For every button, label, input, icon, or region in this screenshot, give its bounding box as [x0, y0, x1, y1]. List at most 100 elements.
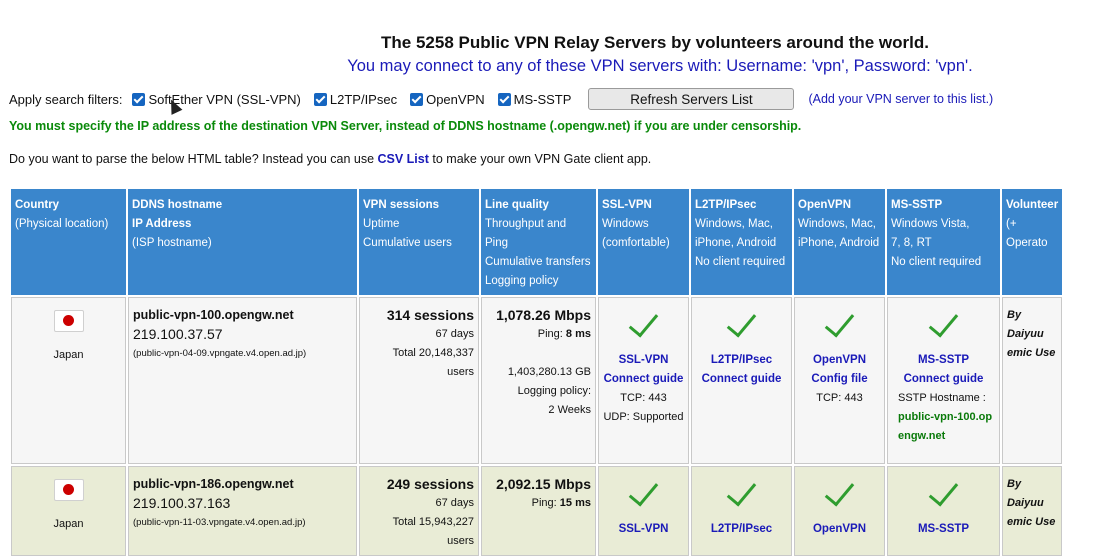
logging-policy: 2 Weeks — [548, 404, 591, 416]
add-server-link[interactable]: (Add your VPN server to this list.) — [808, 92, 993, 106]
l2tp-link[interactable]: L2TP/IPsec — [696, 520, 787, 539]
ping-label: Ping: — [531, 497, 560, 509]
col-ms-sstp[interactable]: MS-SSTP Windows Vista, 7, 8, RT No client r… — [887, 189, 1000, 295]
cell-l2tp: L2TP/IPsec Connect guide — [691, 297, 792, 464]
openvpn-link[interactable]: OpenVPN — [799, 520, 880, 539]
sstp-connect-guide-link[interactable]: Connect guide — [892, 370, 995, 389]
filter-openvpn[interactable]: OpenVPN — [410, 92, 485, 107]
header-line: Windows, Mac, — [695, 218, 773, 230]
header-line: No client required — [891, 256, 982, 268]
filter-mssstp[interactable]: MS-SSTP — [497, 91, 572, 107]
ssl-tcp-port: TCP: 443 — [620, 392, 667, 404]
parse-prompt-text: Do you want to parse the below HTML tabl… — [9, 152, 378, 166]
header-title: MS-SSTP — [891, 199, 943, 211]
header-title: DDNS hostname — [132, 199, 223, 211]
cell-volunteer: By Daiyuu emic Use — [1002, 466, 1063, 556]
filter-softether[interactable]: SoftEther VPN (SSL-VPN) — [132, 92, 301, 107]
cell-hostname: public-vpn-186.opengw.net 219.100.37.163 (… — [128, 466, 357, 556]
volunteer-name: By Daiyuu — [1007, 478, 1044, 509]
l2tp-connect-guide-link[interactable]: Connect guide — [696, 370, 787, 389]
header-line: iPhone, Android — [798, 237, 880, 249]
header-title: Line quality — [485, 199, 549, 211]
header-line: (+ Operato — [1006, 218, 1048, 249]
sstp-hostname: public-vpn-100.op — [898, 411, 993, 423]
filter-l2tp[interactable]: L2TP/IPsec — [313, 92, 397, 107]
cell-volunteer: By Daiyuu emic Use — [1002, 297, 1063, 464]
uptime: 67 days — [435, 328, 474, 340]
col-openvpn[interactable]: OpenVPN Windows, Mac, iPhone, Android — [794, 189, 885, 295]
header-title: Country — [15, 199, 60, 211]
vpn-server-table: Country (Physical location) DDNS hostname… — [9, 187, 1064, 558]
openvpn-link[interactable]: OpenVPN — [799, 351, 880, 370]
ms-sstp-link[interactable]: MS-SSTP — [892, 520, 995, 539]
cell-openvpn: OpenVPN — [794, 466, 885, 556]
header-line: IP Address — [132, 218, 192, 230]
col-l2tp[interactable]: L2TP/IPsec Windows, Mac, iPhone, Android No… — [691, 189, 792, 295]
filter-mssstp-label: MS-SSTP — [513, 91, 572, 107]
ip-address: 219.100.37.163 — [133, 495, 231, 511]
uptime: 67 days — [435, 497, 474, 509]
ping-value: 15 ms — [559, 497, 591, 509]
table-header-row: Country (Physical location) DDNS hostname… — [11, 189, 1063, 295]
col-country[interactable]: Country (Physical location) — [11, 189, 126, 295]
checkmark-icon — [628, 306, 659, 338]
sstp-hostname-cont: engw.net — [898, 430, 946, 442]
ssl-vpn-link[interactable]: SSL-VPN — [603, 351, 684, 370]
ssl-vpn-link[interactable]: SSL-VPN — [603, 520, 684, 539]
ms-sstp-link[interactable]: MS-SSTP — [892, 351, 995, 370]
country-name: Japan — [53, 349, 84, 361]
checkmark-icon — [628, 475, 659, 507]
japan-flag-icon — [53, 310, 84, 332]
col-volunteer[interactable]: Volunteer (+ Operato — [1002, 189, 1063, 295]
checkbox-checked-icon[interactable] — [497, 92, 511, 106]
ssl-connect-guide-link[interactable]: Connect guide — [603, 370, 684, 389]
throughput: 2,092.15 Mbps — [496, 476, 591, 492]
country-name: Japan — [53, 518, 84, 530]
cell-sessions: 314 sessions 67 days Total 20,148,337 user… — [359, 297, 479, 464]
parse-prompt-tail: to make your own VPN Gate client app. — [428, 152, 652, 166]
refresh-servers-button[interactable]: Refresh Servers List — [588, 88, 795, 110]
table-row: Japan public-vpn-100.opengw.net 219.100.3… — [11, 297, 1063, 464]
cell-ms-sstp: MS-SSTP — [887, 466, 1000, 556]
cell-l2tp: L2TP/IPsec — [691, 466, 792, 556]
l2tp-link[interactable]: L2TP/IPsec — [696, 351, 787, 370]
openvpn-tcp-port: TCP: 443 — [816, 392, 863, 404]
checkmark-icon — [928, 475, 959, 507]
ip-address: 219.100.37.57 — [133, 326, 223, 342]
col-line-quality[interactable]: Line quality Throughput and Ping Cumulativ… — [481, 189, 596, 295]
cell-ssl-vpn: SSL-VPN — [598, 466, 689, 556]
col-hostname[interactable]: DDNS hostname IP Address (ISP hostname) — [128, 189, 357, 295]
volunteer-note: emic Use — [1007, 347, 1056, 359]
openvpn-config-file-link[interactable]: Config file — [799, 370, 880, 389]
checkbox-checked-icon[interactable] — [410, 92, 424, 106]
cell-country: Japan — [11, 466, 126, 556]
checkmark-icon — [824, 475, 855, 507]
cell-ssl-vpn: SSL-VPN Connect guide TCP: 443 UDP: Support… — [598, 297, 689, 464]
csv-list-link[interactable]: CSV List — [378, 152, 429, 166]
page-subtitle: You may connect to any of these VPN serv… — [347, 57, 973, 75]
volunteer-name: By Daiyuu — [1007, 309, 1044, 340]
col-ssl-vpn[interactable]: SSL-VPN Windows (comfortable) — [598, 189, 689, 295]
header-line: Windows — [602, 218, 649, 230]
cell-sessions: 249 sessions 67 days Total 15,943,227 user… — [359, 466, 479, 556]
header-line: Logging policy — [485, 275, 559, 287]
checkbox-checked-icon[interactable] — [132, 92, 146, 106]
header-title: SSL-VPN — [602, 199, 652, 211]
parse-prompt: Do you want to parse the below HTML tabl… — [9, 152, 651, 166]
ssl-udp-support: UDP: Supported — [603, 411, 684, 423]
filters-label: Apply search filters: — [9, 91, 123, 107]
ping-value: 8 ms — [565, 328, 591, 340]
header-line: (Physical location) — [15, 218, 109, 230]
header-title: VPN sessions — [363, 199, 440, 211]
checkbox-checked-icon[interactable] — [313, 92, 327, 106]
ping-label: Ping: — [537, 328, 566, 340]
cell-openvpn: OpenVPN Config file TCP: 443 — [794, 297, 885, 464]
cell-hostname: public-vpn-100.opengw.net 219.100.37.57 (p… — [128, 297, 357, 464]
header-line: No client required — [695, 256, 786, 268]
checkmark-icon — [726, 306, 757, 338]
cumulative-transfer: 1,403,280.13 GB — [507, 366, 591, 378]
header-line: Windows, Mac, — [798, 218, 876, 230]
col-sessions[interactable]: VPN sessions Uptime Cumulative users — [359, 189, 479, 295]
table-row: Japan public-vpn-186.opengw.net 219.100.3… — [11, 466, 1063, 556]
isp-hostname: (public-vpn-11-03.vpngate.v4.open.ad.jp) — [133, 517, 306, 528]
